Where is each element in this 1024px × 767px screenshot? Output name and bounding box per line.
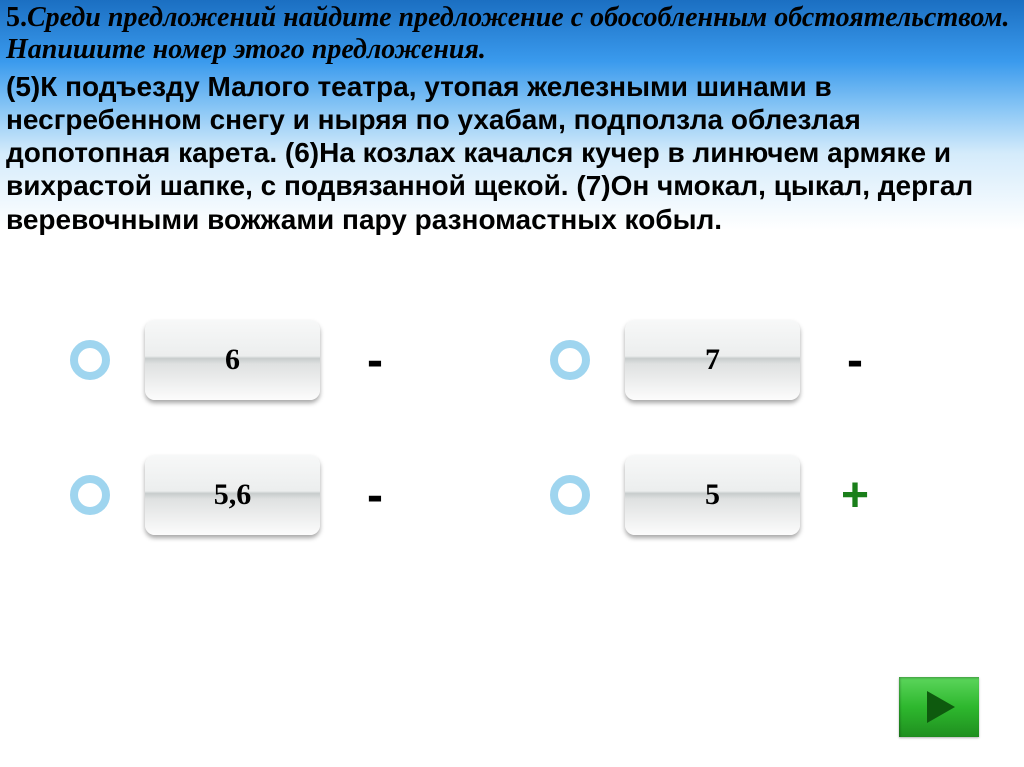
radio-icon[interactable] — [70, 475, 110, 515]
answer-label: 6 — [225, 343, 240, 377]
result-mark-2: - — [835, 333, 875, 388]
answer-option-1: 6 - — [70, 320, 510, 400]
play-icon — [919, 687, 959, 727]
answer-label: 7 — [705, 343, 720, 377]
next-button[interactable] — [899, 677, 979, 737]
answer-row-2: 5,6 - 5 + — [0, 455, 1024, 535]
answer-card-3[interactable]: 5,6 — [145, 455, 320, 535]
question-number: 5. — [6, 2, 27, 33]
answer-label: 5,6 — [214, 478, 252, 512]
radio-icon[interactable] — [550, 475, 590, 515]
result-mark-4: + — [835, 468, 875, 523]
question-text: (5)К подъезду Малого театра, утопая желе… — [6, 70, 1018, 235]
question-prompt: 5.Среди предложений найдите предложение … — [6, 2, 1018, 66]
result-mark-1: - — [355, 333, 395, 388]
radio-icon[interactable] — [70, 340, 110, 380]
answer-option-3: 5,6 - — [70, 455, 510, 535]
radio-icon[interactable] — [550, 340, 590, 380]
result-mark-3: - — [355, 468, 395, 523]
answer-label: 5 — [705, 478, 720, 512]
answer-row-1: 6 - 7 - — [0, 320, 1024, 400]
answer-card-2[interactable]: 7 — [625, 320, 800, 400]
slide: 5.Среди предложений найдите предложение … — [0, 0, 1024, 767]
question-prompt-text: Среди предложений найдите предложение с … — [6, 2, 1010, 65]
content-block: 5.Среди предложений найдите предложение … — [6, 2, 1018, 236]
answer-option-4: 5 + — [550, 455, 990, 535]
answer-option-2: 7 - — [550, 320, 990, 400]
answer-card-4[interactable]: 5 — [625, 455, 800, 535]
answer-card-1[interactable]: 6 — [145, 320, 320, 400]
answers-grid: 6 - 7 - 5,6 - — [0, 320, 1024, 590]
